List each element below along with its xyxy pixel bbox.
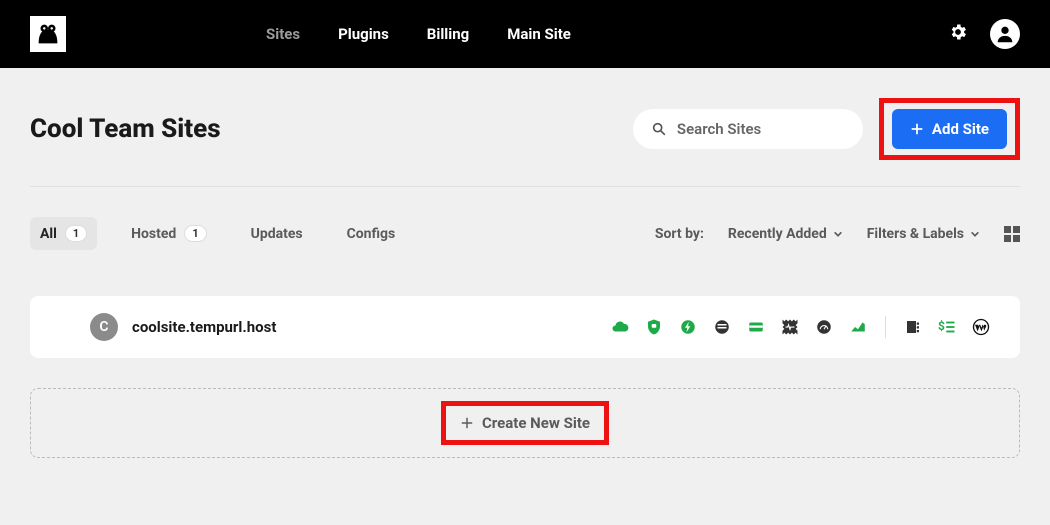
tab-updates[interactable]: Updates — [241, 218, 313, 250]
grid-view-toggle[interactable] — [1004, 226, 1020, 242]
user-avatar[interactable] — [990, 19, 1020, 49]
nav-billing[interactable]: Billing — [427, 25, 469, 43]
sort-by-dropdown[interactable]: Recently Added — [728, 226, 843, 242]
tab-all-count: 1 — [65, 225, 87, 242]
settings-button[interactable] — [948, 22, 968, 46]
user-icon — [994, 23, 1016, 45]
create-new-row: Create New Site — [30, 388, 1020, 458]
gear-icon — [948, 22, 968, 42]
tab-hosted-label: Hosted — [131, 226, 176, 242]
tab-all[interactable]: All 1 — [30, 217, 97, 250]
page-header: Cool Team Sites Add Site — [30, 98, 1020, 160]
chevron-down-icon — [833, 229, 843, 239]
stack-icon[interactable] — [713, 318, 731, 336]
chevron-down-icon — [970, 229, 980, 239]
sort-by-label: Sort by: — [655, 226, 704, 242]
search-icon — [651, 121, 667, 137]
health-icon[interactable] — [781, 318, 799, 336]
site-row[interactable]: C coolsite.tempurl.host $ — [30, 296, 1020, 358]
cloud-icon[interactable] — [611, 318, 629, 336]
tab-updates-label: Updates — [251, 226, 303, 242]
tab-hosted-count: 1 — [184, 225, 206, 242]
site-tool-icons: $ — [611, 316, 990, 338]
nav-sites[interactable]: Sites — [266, 25, 300, 43]
create-new-site-button[interactable]: Create New Site — [460, 414, 590, 432]
create-new-highlight: Create New Site — [441, 401, 609, 445]
add-site-highlight: Add Site — [879, 98, 1020, 160]
plus-icon — [460, 416, 474, 430]
add-site-button[interactable]: Add Site — [892, 109, 1007, 149]
page-title: Cool Team Sites — [30, 114, 221, 144]
site-name: coolsite.tempurl.host — [132, 318, 276, 336]
wordpress-icon[interactable] — [972, 318, 990, 336]
search-input[interactable] — [677, 120, 845, 138]
filters-labels-text: Filters & Labels — [867, 226, 964, 242]
gauge-icon[interactable] — [815, 318, 833, 336]
nav-main-site[interactable]: Main Site — [507, 25, 571, 43]
shield-icon[interactable] — [645, 318, 663, 336]
tab-all-label: All — [40, 226, 57, 242]
tab-configs[interactable]: Configs — [337, 218, 406, 250]
brand-logo[interactable] — [30, 16, 66, 52]
card-icon[interactable] — [747, 318, 765, 336]
tab-hosted[interactable]: Hosted 1 — [121, 217, 216, 250]
svg-text:$: $ — [938, 319, 945, 333]
sort-by-value: Recently Added — [728, 226, 827, 242]
main-nav: Sites Plugins Billing Main Site — [266, 25, 571, 43]
filters-labels-dropdown[interactable]: Filters & Labels — [867, 226, 980, 242]
server-icon[interactable] — [904, 318, 922, 336]
filter-row: All 1 Hosted 1 Updates Configs Sort by: … — [30, 217, 1020, 250]
search-box[interactable] — [633, 109, 863, 149]
tab-configs-label: Configs — [347, 226, 396, 242]
icon-separator — [885, 316, 886, 338]
create-new-label: Create New Site — [482, 414, 590, 432]
chart-icon[interactable] — [849, 318, 867, 336]
topbar: Sites Plugins Billing Main Site — [0, 0, 1050, 68]
site-initial-badge: C — [90, 313, 118, 341]
bolt-icon[interactable] — [679, 318, 697, 336]
header-divider — [30, 186, 1020, 187]
nav-plugins[interactable]: Plugins — [338, 25, 389, 43]
gorilla-icon — [33, 19, 63, 49]
plus-icon — [910, 122, 924, 136]
money-icon[interactable]: $ — [938, 318, 956, 336]
add-site-label: Add Site — [932, 120, 989, 138]
